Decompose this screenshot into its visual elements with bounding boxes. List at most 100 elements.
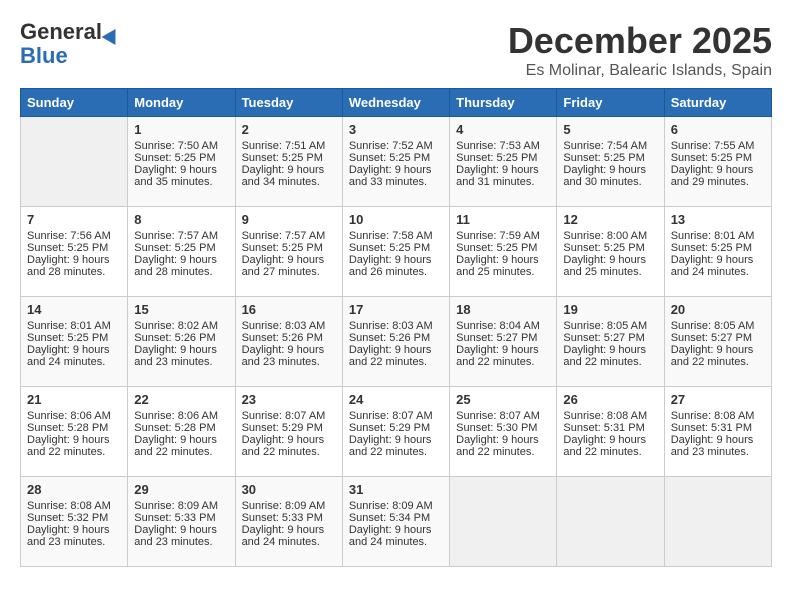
- daylight-text: Daylight: 9 hours and 29 minutes.: [671, 164, 765, 188]
- day-number: 22: [134, 392, 228, 407]
- day-number: 28: [27, 482, 121, 497]
- calendar-cell: [450, 477, 557, 567]
- day-number: 23: [242, 392, 336, 407]
- day-number: 2: [242, 122, 336, 137]
- daylight-text: Daylight: 9 hours and 28 minutes.: [134, 254, 228, 278]
- week-row-1: 1Sunrise: 7:50 AMSunset: 5:25 PMDaylight…: [21, 117, 772, 207]
- location-title: Es Molinar, Balearic Islands, Spain: [508, 62, 772, 80]
- daylight-text: Daylight: 9 hours and 35 minutes.: [134, 164, 228, 188]
- daylight-text: Daylight: 9 hours and 27 minutes.: [242, 254, 336, 278]
- sunrise-text: Sunrise: 7:58 AM: [349, 230, 443, 242]
- sunrise-text: Sunrise: 7:57 AM: [242, 230, 336, 242]
- sunrise-text: Sunrise: 8:09 AM: [242, 500, 336, 512]
- day-number: 26: [563, 392, 657, 407]
- calendar-cell: 5Sunrise: 7:54 AMSunset: 5:25 PMDaylight…: [557, 117, 664, 207]
- day-number: 21: [27, 392, 121, 407]
- logo-text: General: [20, 20, 120, 44]
- calendar-cell: 26Sunrise: 8:08 AMSunset: 5:31 PMDayligh…: [557, 387, 664, 477]
- day-number: 12: [563, 212, 657, 227]
- day-number: 6: [671, 122, 765, 137]
- calendar-cell: 12Sunrise: 8:00 AMSunset: 5:25 PMDayligh…: [557, 207, 664, 297]
- calendar-cell: 24Sunrise: 8:07 AMSunset: 5:29 PMDayligh…: [342, 387, 449, 477]
- daylight-text: Daylight: 9 hours and 24 minutes.: [349, 524, 443, 548]
- daylight-text: Daylight: 9 hours and 22 minutes.: [671, 344, 765, 368]
- daylight-text: Daylight: 9 hours and 25 minutes.: [563, 254, 657, 278]
- calendar-body: 1Sunrise: 7:50 AMSunset: 5:25 PMDaylight…: [21, 117, 772, 567]
- sunrise-text: Sunrise: 7:53 AM: [456, 140, 550, 152]
- day-number: 24: [349, 392, 443, 407]
- day-header-wednesday: Wednesday: [342, 89, 449, 117]
- day-number: 1: [134, 122, 228, 137]
- daylight-text: Daylight: 9 hours and 26 minutes.: [349, 254, 443, 278]
- header: General Blue December 2025 Es Molinar, B…: [20, 20, 772, 80]
- sunset-text: Sunset: 5:27 PM: [563, 332, 657, 344]
- sunrise-text: Sunrise: 8:08 AM: [27, 500, 121, 512]
- sunset-text: Sunset: 5:25 PM: [671, 152, 765, 164]
- sunrise-text: Sunrise: 8:01 AM: [27, 320, 121, 332]
- sunset-text: Sunset: 5:27 PM: [671, 332, 765, 344]
- sunset-text: Sunset: 5:25 PM: [563, 152, 657, 164]
- day-header-tuesday: Tuesday: [235, 89, 342, 117]
- day-number: 7: [27, 212, 121, 227]
- daylight-text: Daylight: 9 hours and 34 minutes.: [242, 164, 336, 188]
- sunrise-text: Sunrise: 8:06 AM: [27, 410, 121, 422]
- daylight-text: Daylight: 9 hours and 22 minutes.: [456, 434, 550, 458]
- logo-blue: Blue: [20, 44, 120, 68]
- day-number: 5: [563, 122, 657, 137]
- sunset-text: Sunset: 5:25 PM: [456, 242, 550, 254]
- day-number: 4: [456, 122, 550, 137]
- sunset-text: Sunset: 5:34 PM: [349, 512, 443, 524]
- sunset-text: Sunset: 5:25 PM: [349, 152, 443, 164]
- calendar-cell: 23Sunrise: 8:07 AMSunset: 5:29 PMDayligh…: [235, 387, 342, 477]
- sunset-text: Sunset: 5:25 PM: [349, 242, 443, 254]
- calendar-cell: 29Sunrise: 8:09 AMSunset: 5:33 PMDayligh…: [128, 477, 235, 567]
- sunset-text: Sunset: 5:29 PM: [242, 422, 336, 434]
- day-number: 19: [563, 302, 657, 317]
- day-header-monday: Monday: [128, 89, 235, 117]
- day-number: 29: [134, 482, 228, 497]
- sunset-text: Sunset: 5:33 PM: [242, 512, 336, 524]
- calendar-cell: 9Sunrise: 7:57 AMSunset: 5:25 PMDaylight…: [235, 207, 342, 297]
- sunset-text: Sunset: 5:25 PM: [27, 242, 121, 254]
- sunrise-text: Sunrise: 7:52 AM: [349, 140, 443, 152]
- daylight-text: Daylight: 9 hours and 25 minutes.: [456, 254, 550, 278]
- sunrise-text: Sunrise: 8:07 AM: [456, 410, 550, 422]
- daylight-text: Daylight: 9 hours and 30 minutes.: [563, 164, 657, 188]
- logo-general: General: [20, 19, 102, 44]
- sunset-text: Sunset: 5:25 PM: [134, 152, 228, 164]
- day-number: 31: [349, 482, 443, 497]
- sunset-text: Sunset: 5:25 PM: [563, 242, 657, 254]
- day-number: 10: [349, 212, 443, 227]
- sunrise-text: Sunrise: 8:03 AM: [242, 320, 336, 332]
- sunrise-text: Sunrise: 8:05 AM: [563, 320, 657, 332]
- daylight-text: Daylight: 9 hours and 28 minutes.: [27, 254, 121, 278]
- sunset-text: Sunset: 5:25 PM: [242, 152, 336, 164]
- daylight-text: Daylight: 9 hours and 33 minutes.: [349, 164, 443, 188]
- sunset-text: Sunset: 5:26 PM: [349, 332, 443, 344]
- day-number: 14: [27, 302, 121, 317]
- day-header-sunday: Sunday: [21, 89, 128, 117]
- sunset-text: Sunset: 5:27 PM: [456, 332, 550, 344]
- calendar-cell: 13Sunrise: 8:01 AMSunset: 5:25 PMDayligh…: [664, 207, 771, 297]
- sunrise-text: Sunrise: 8:07 AM: [242, 410, 336, 422]
- sunrise-text: Sunrise: 8:01 AM: [671, 230, 765, 242]
- day-number: 8: [134, 212, 228, 227]
- day-number: 16: [242, 302, 336, 317]
- day-number: 17: [349, 302, 443, 317]
- daylight-text: Daylight: 9 hours and 22 minutes.: [563, 344, 657, 368]
- sunset-text: Sunset: 5:26 PM: [134, 332, 228, 344]
- month-title: December 2025: [508, 20, 772, 62]
- daylight-text: Daylight: 9 hours and 23 minutes.: [134, 344, 228, 368]
- sunrise-text: Sunrise: 8:09 AM: [134, 500, 228, 512]
- calendar-cell: 22Sunrise: 8:06 AMSunset: 5:28 PMDayligh…: [128, 387, 235, 477]
- calendar-cell: 2 Sunrise: 7:51 AMSunset: 5:25 PMDaylight…: [235, 117, 342, 207]
- calendar-cell: [21, 117, 128, 207]
- sunset-text: Sunset: 5:31 PM: [671, 422, 765, 434]
- sunrise-text: Sunrise: 8:04 AM: [456, 320, 550, 332]
- sunset-text: Sunset: 5:29 PM: [349, 422, 443, 434]
- logo: General Blue: [20, 20, 120, 68]
- sunset-text: Sunset: 5:30 PM: [456, 422, 550, 434]
- sunrise-text: Sunrise: 7:51 AM: [242, 140, 336, 152]
- day-header-thursday: Thursday: [450, 89, 557, 117]
- calendar-cell: 20Sunrise: 8:05 AMSunset: 5:27 PMDayligh…: [664, 297, 771, 387]
